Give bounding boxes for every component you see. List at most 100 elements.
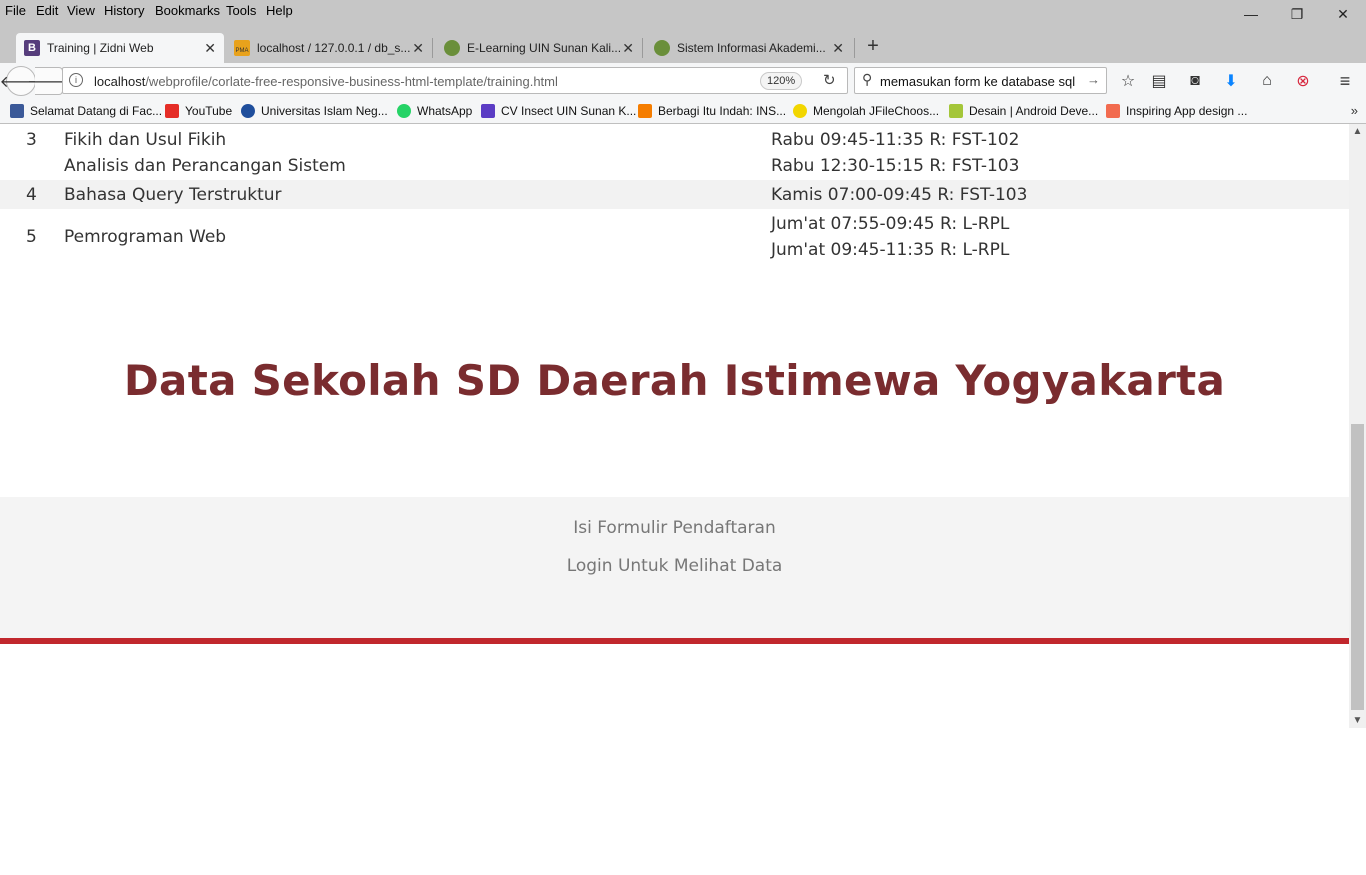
- url-path: /webprofile/corlate-free-responsive-busi…: [145, 74, 558, 89]
- schedule-time: Kamis 07:00-09:45 R: FST-103: [771, 185, 1028, 205]
- menu-bookmarks[interactable]: Bookmarks: [155, 3, 220, 18]
- menu-history[interactable]: History: [104, 3, 144, 18]
- 99designs-icon: [1106, 104, 1120, 118]
- close-window-button[interactable]: ✕: [1320, 0, 1366, 28]
- new-tab-button[interactable]: +: [862, 35, 884, 57]
- download-icon[interactable]: ⬇: [1221, 71, 1241, 91]
- bookmark-item[interactable]: YouTube: [165, 104, 232, 118]
- menu-help[interactable]: Help: [266, 3, 293, 18]
- tab-separator: [432, 38, 433, 58]
- table-row: 5 Pemrograman Web Jum'at 07:55-09:45 R: …: [0, 209, 1349, 263]
- university-icon: [241, 104, 255, 118]
- bookmark-item[interactable]: Desain | Android Deve...: [949, 104, 1098, 118]
- uin-logo-icon: [444, 40, 460, 56]
- zoom-indicator[interactable]: 120%: [760, 72, 803, 90]
- url-bar[interactable]: i localhost/webprofile/corlate-free-resp…: [62, 67, 848, 94]
- close-tab-icon[interactable]: ✕: [622, 40, 634, 57]
- uin-logo-icon: [654, 40, 670, 56]
- reload-icon[interactable]: ↻: [823, 71, 836, 89]
- accent-divider: [0, 638, 1349, 644]
- facebook-icon: [10, 104, 24, 118]
- scroll-down-icon[interactable]: ▼: [1349, 715, 1366, 726]
- list-icon: [481, 104, 495, 118]
- bookmark-item[interactable]: Mengolah JFileChoos...: [793, 104, 939, 118]
- close-icon: ✕: [1337, 5, 1349, 22]
- login-link[interactable]: Login Untuk Melihat Data: [0, 556, 1349, 576]
- scroll-up-icon[interactable]: ▲: [1349, 126, 1366, 137]
- bootstrap-icon: B: [24, 40, 40, 56]
- bookmark-label: Inspiring App design ...: [1126, 104, 1248, 118]
- menu-edit[interactable]: Edit: [36, 3, 58, 18]
- tab-title: Sistem Informasi Akademi...: [677, 41, 826, 55]
- table-row: 4 Bahasa Query Terstruktur Kamis 07:00-0…: [0, 180, 1349, 209]
- menu-tools[interactable]: Tools: [226, 3, 256, 18]
- addon-blocker-icon[interactable]: ⊗: [1293, 71, 1313, 91]
- bookmark-label: CV Insect UIN Sunan K...: [501, 104, 637, 118]
- close-tab-icon[interactable]: ✕: [832, 40, 844, 57]
- menu-file[interactable]: File: [5, 3, 26, 18]
- registration-form-link[interactable]: Isi Formulir Pendaftaran: [0, 518, 1349, 538]
- scrollbar-thumb[interactable]: [1351, 424, 1364, 710]
- bookmark-label: Mengolah JFileChoos...: [813, 104, 940, 118]
- bookmark-item[interactable]: Inspiring App design ...: [1106, 104, 1247, 118]
- bookmark-label: YouTube: [185, 104, 233, 118]
- bookmark-label: Selamat Datang di Fac...: [30, 104, 163, 118]
- subject-name: Bahasa Query Terstruktur: [64, 185, 282, 205]
- browser-chrome: File Edit View History Bookmarks Tools H…: [0, 0, 1366, 124]
- navigation-toolbar: 🡐 🡒 i localhost/webprofile/corlate-free-…: [0, 63, 1366, 99]
- tab-elearning[interactable]: E-Learning UIN Sunan Kali... ✕: [436, 33, 642, 63]
- youtube-icon: [165, 104, 179, 118]
- search-go-icon[interactable]: →: [1087, 72, 1100, 87]
- table-row: 3 Fikih dan Usul Fikih Analisis dan Pera…: [0, 124, 1349, 180]
- tab-title: localhost / 127.0.0.1 / db_s...: [257, 41, 411, 55]
- bookmark-label: Berbagi Itu Indah: INS...: [658, 104, 787, 118]
- hero-title: Data Sekolah SD Daerah Istimewa Yogyakar…: [123, 356, 1226, 405]
- home-icon[interactable]: ⌂: [1257, 71, 1277, 91]
- subject-name: Fikih dan Usul Fikih: [64, 130, 227, 150]
- tab-sistem-informasi[interactable]: Sistem Informasi Akademi... ✕: [646, 33, 852, 63]
- search-bar[interactable]: ⚲ →: [854, 67, 1107, 94]
- restore-icon: ❐: [1290, 5, 1304, 22]
- restore-button[interactable]: ❐: [1274, 0, 1320, 28]
- blogger-icon: [638, 104, 652, 118]
- bookmark-item[interactable]: Selamat Datang di Fac...: [10, 104, 162, 118]
- bookmarks-overflow-icon[interactable]: »: [1351, 103, 1358, 118]
- tab-training[interactable]: B Training | Zidni Web ✕: [16, 33, 224, 63]
- bookmark-item[interactable]: CV Insect UIN Sunan K...: [481, 104, 636, 118]
- schedule-time: Jum'at 07:55-09:45 R: L-RPL: [771, 214, 1010, 234]
- bookmark-label: Universitas Islam Neg...: [261, 104, 388, 118]
- url-host: localhost: [94, 74, 146, 89]
- android-icon: [949, 104, 963, 118]
- bookmark-item[interactable]: Universitas Islam Neg...: [241, 104, 388, 118]
- whatsapp-icon: [397, 104, 411, 118]
- subject-name: Pemrograman Web: [64, 227, 227, 247]
- tab-phpmyadmin[interactable]: PMA localhost / 127.0.0.1 / db_s... ✕: [226, 33, 432, 63]
- star-icon[interactable]: ☆: [1118, 71, 1138, 91]
- schedule-time: Rabu 09:45-11:35 R: FST-102: [771, 130, 1020, 150]
- hamburger-menu-icon[interactable]: ≡: [1335, 71, 1355, 91]
- row-number: 3: [26, 130, 37, 150]
- close-tab-icon[interactable]: ✕: [204, 40, 216, 57]
- menu-view[interactable]: View: [67, 3, 95, 18]
- search-input[interactable]: [880, 72, 1085, 90]
- row-number: 5: [26, 227, 37, 247]
- close-tab-icon[interactable]: ✕: [412, 40, 424, 57]
- menu-bar: File Edit View History Bookmarks Tools H…: [0, 0, 1366, 22]
- row-number: 4: [26, 185, 37, 205]
- tab-title: Training | Zidni Web: [47, 41, 154, 55]
- info-icon[interactable]: i: [69, 73, 83, 87]
- schedule-time: Jum'at 09:45-11:35 R: L-RPL: [771, 240, 1010, 260]
- bookmark-item[interactable]: Berbagi Itu Indah: INS...: [638, 104, 786, 118]
- url-text[interactable]: localhost/webprofile/corlate-free-respon…: [94, 74, 558, 89]
- pocket-icon[interactable]: ◙: [1185, 71, 1205, 91]
- search-icon: ⚲: [862, 71, 873, 87]
- footer-section: Isi Formulir Pendaftaran Login Untuk Mel…: [0, 497, 1349, 638]
- bookmark-item[interactable]: WhatsApp: [397, 104, 472, 118]
- minimize-button[interactable]: —: [1228, 0, 1274, 28]
- minimize-icon: —: [1244, 6, 1258, 22]
- forward-button[interactable]: 🡒: [27, 67, 70, 95]
- tab-separator: [642, 38, 643, 58]
- reading-list-icon[interactable]: ▤: [1149, 71, 1169, 91]
- vertical-scrollbar[interactable]: ▲ ▼: [1349, 124, 1366, 728]
- smiley-icon: [793, 104, 807, 118]
